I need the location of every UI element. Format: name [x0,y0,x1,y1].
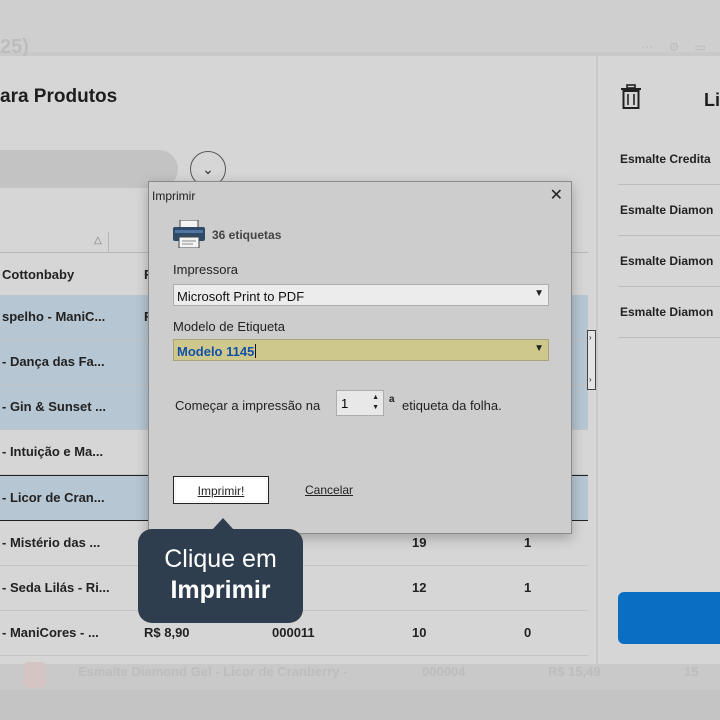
sort-arrow-icon[interactable]: △ [94,235,102,246]
dropdown-arrow-icon: ▼ [534,288,544,299]
product-name: - Intuição e Ma... [2,444,104,459]
footer-row: Esmalte Diamond Gel - Licor de Cranberry… [0,656,720,688]
printer-label: Impressora [173,262,239,277]
horizontal-scroll-handle[interactable]: › › [587,330,596,390]
start-position-prefix: Começar a impressão na [175,398,321,413]
tooltip-line-2: Imprimir [170,576,271,604]
selection-panel: Li Esmalte Credita Esmalte Diamon Esmalt… [598,56,720,664]
selection-item[interactable]: Esmalte Diamon [620,305,720,319]
product-qty: 1 [524,580,532,595]
start-position-suffix: etiqueta da folha. [402,398,502,413]
text-caret [255,344,257,358]
product-name: - Mistério das ... [2,535,101,550]
top-ghost-icons: ⋯ ⚙ ▭ [641,40,712,54]
divider [618,235,720,236]
selection-title: Li [704,90,720,110]
product-code: 000011 [272,625,315,640]
tutorial-tooltip: Clique em Imprimir [138,518,303,623]
start-position-value: 1 [341,396,349,411]
dialog-title: Imprimir [152,189,196,203]
product-thumbnail [24,662,46,688]
product-qty: 0 [524,625,532,640]
chevron-down-icon: ⌄ [202,161,214,177]
divider [618,184,720,185]
product-name: - Dança das Fa... [2,354,105,369]
decrement-arrow-icon[interactable]: ▼ [372,404,379,411]
printer-icon [173,220,205,248]
tooltip-line-1: Clique em [164,545,277,573]
bottom-shade [0,690,720,720]
model-label: Modelo de Etiqueta [173,319,286,334]
product-name: spelho - ManiC... [2,309,106,324]
column-divider [108,232,109,252]
print-button[interactable]: Imprimir! [173,476,269,504]
divider [618,337,720,338]
page-title: ara Produtos [0,86,118,107]
top-bar: 25) ⋯ ⚙ ▭ [0,0,720,58]
trash-icon[interactable] [620,84,642,110]
footer-product-name: Esmalte Diamond Gel - Licor de Cranberry… [78,664,348,679]
printer-select[interactable]: Microsoft Print to PDF ▼ [173,284,549,306]
footer-product-code: 000004 [422,664,466,679]
footer-product-stock: 15 [684,664,699,679]
model-select[interactable]: Modelo 1145 ▼ [173,339,549,361]
print-dialog: Imprimir ✕ 36 etiquetas Impressora Micro… [148,181,572,534]
product-name: - Gin & Sunset ... [2,399,107,414]
increment-arrow-icon[interactable]: ▲ [372,394,379,401]
model-value: Modelo 1145 [177,344,255,359]
divider [618,286,720,287]
product-price: R$ 8,90 [144,625,190,640]
product-stock: 19 [412,535,427,550]
product-stock: 12 [412,580,427,595]
product-name: - Seda Lilás - Ri... [2,580,110,595]
start-position-stepper[interactable]: 1 ▲ ▼ [336,390,384,416]
cancel-button[interactable]: Cancelar [305,483,353,497]
product-name: - Licor de Cran... [2,490,105,505]
dropdown-arrow-icon: ▼ [534,343,544,354]
close-icon[interactable]: ✕ [550,185,563,205]
label-count: 36 etiquetas [212,228,282,242]
product-name: - ManiCores - ... [2,625,99,640]
ordinal-indicator: a [389,394,395,405]
selection-item[interactable]: Esmalte Diamon [620,203,720,217]
product-qty: 1 [524,535,532,550]
selection-item[interactable]: Esmalte Credita [620,152,720,166]
printer-value: Microsoft Print to PDF [177,289,305,304]
print-labels-button[interactable] [618,592,720,644]
selection-item[interactable]: Esmalte Diamon [620,254,720,268]
product-stock: 10 [412,625,427,640]
footer-product-price: R$ 15,49 [548,664,601,679]
brand-label: Cottonbaby [2,267,75,282]
